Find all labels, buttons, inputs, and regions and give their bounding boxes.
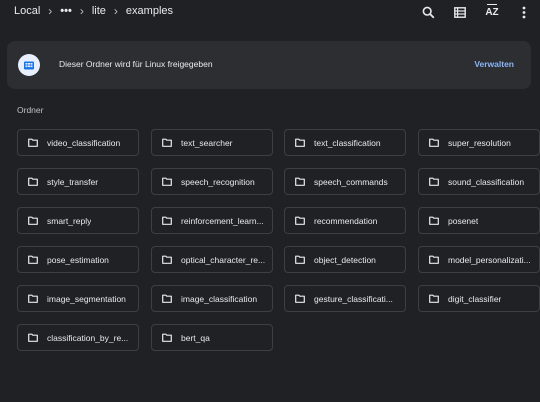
- breadcrumb-local[interactable]: Local: [14, 5, 40, 17]
- folder-icon: [28, 255, 38, 264]
- folder-icon: [295, 216, 305, 225]
- folder-name: digit_classifier: [448, 293, 502, 304]
- folder-item[interactable]: smart_reply: [17, 207, 139, 234]
- folder-icon: [429, 294, 439, 303]
- folder-icon: [28, 294, 38, 303]
- folder-name: video_classification: [47, 137, 121, 148]
- folder-icon: [295, 177, 305, 186]
- linux-share-banner: Dieser Ordner wird für Linux freigegeben…: [7, 41, 531, 89]
- folder-item[interactable]: model_personalizati...: [418, 246, 540, 273]
- breadcrumb: Local › ••• › lite › examples: [14, 4, 173, 18]
- folder-name: image_classification: [181, 293, 258, 304]
- folder-item[interactable]: sound_classification: [418, 168, 540, 195]
- folder-icon: [28, 216, 38, 225]
- folder-icon: [162, 255, 172, 264]
- folder-icon: [28, 138, 38, 147]
- view-toggle-button[interactable]: [444, 3, 476, 21]
- folder-icon: [295, 255, 305, 264]
- folder-icon: [162, 333, 172, 342]
- sort-az-icon: AZ: [485, 3, 499, 18]
- folder-name: recommendation: [314, 215, 378, 226]
- folder-name: image_segmentation: [47, 293, 126, 304]
- folder-item[interactable]: classification_by_re...: [17, 324, 139, 351]
- folders-section-heading: Ordner: [17, 105, 44, 115]
- folder-name: style_transfer: [47, 176, 99, 187]
- folder-item[interactable]: gesture_classificati...: [284, 285, 406, 312]
- folder-icon: [28, 333, 38, 342]
- breadcrumb-more[interactable]: •••: [60, 5, 72, 17]
- folder-icon: [295, 294, 305, 303]
- folder-item[interactable]: text_searcher: [151, 129, 273, 156]
- chevron-right-icon: ›: [113, 4, 118, 18]
- toolbar: AZ: [412, 3, 540, 21]
- chevron-right-icon: ›: [48, 4, 53, 18]
- folder-item[interactable]: object_detection: [284, 246, 406, 273]
- folder-item[interactable]: text_classification: [284, 129, 406, 156]
- folder-icon: [429, 255, 439, 264]
- folder-icon: [295, 138, 305, 147]
- folder-item[interactable]: posenet: [418, 207, 540, 234]
- folder-item[interactable]: speech_recognition: [151, 168, 273, 195]
- search-button[interactable]: [412, 3, 444, 21]
- folder-name: speech_commands: [314, 176, 388, 187]
- banner-message: Dieser Ordner wird für Linux freigegeben: [59, 59, 213, 69]
- list-view-icon: [454, 6, 466, 18]
- folder-item[interactable]: pose_estimation: [17, 246, 139, 273]
- folder-name: smart_reply: [47, 215, 92, 226]
- folder-name: object_detection: [314, 254, 376, 265]
- sort-button[interactable]: AZ: [476, 3, 508, 21]
- folder-name: model_personalizati...: [448, 254, 531, 265]
- folder-icon: [429, 138, 439, 147]
- more-options-button[interactable]: [508, 3, 540, 21]
- chevron-right-icon: ›: [79, 4, 84, 18]
- folder-item[interactable]: optical_character_re...: [151, 246, 273, 273]
- folder-icon: [162, 177, 172, 186]
- top-bar: Local › ••• › lite › examples AZ: [0, 0, 540, 24]
- folder-name: classification_by_re...: [47, 332, 129, 343]
- folder-icon: [429, 216, 439, 225]
- folder-item[interactable]: image_classification: [151, 285, 273, 312]
- folder-item[interactable]: recommendation: [284, 207, 406, 234]
- folder-icon: [429, 177, 439, 186]
- folder-item[interactable]: bert_qa: [151, 324, 273, 351]
- folder-item[interactable]: super_resolution: [418, 129, 540, 156]
- folder-item[interactable]: style_transfer: [17, 168, 139, 195]
- folder-name: super_resolution: [448, 137, 511, 148]
- folder-name: posenet: [448, 215, 479, 226]
- folder-name: text_searcher: [181, 137, 233, 148]
- folder-item[interactable]: digit_classifier: [418, 285, 540, 312]
- manage-button[interactable]: Verwalten: [474, 59, 514, 69]
- breadcrumb-examples[interactable]: examples: [126, 5, 173, 17]
- folder-name: reinforcement_learn...: [181, 215, 264, 226]
- folder-icon: [162, 138, 172, 147]
- folder-name: optical_character_re...: [181, 254, 266, 265]
- folder-name: text_classification: [314, 137, 381, 148]
- folder-name: sound_classification: [448, 176, 525, 187]
- folder-icon: [162, 294, 172, 303]
- folder-icon: [28, 177, 38, 186]
- folder-name: gesture_classificati...: [314, 293, 393, 304]
- search-icon: [422, 6, 434, 18]
- folder-name: speech_recognition: [181, 176, 255, 187]
- folder-item[interactable]: speech_commands: [284, 168, 406, 195]
- folder-item[interactable]: image_segmentation: [17, 285, 139, 312]
- more-vertical-icon: [522, 6, 526, 18]
- folder-item[interactable]: video_classification: [17, 129, 139, 156]
- folder-name: pose_estimation: [47, 254, 109, 265]
- folder-item[interactable]: reinforcement_learn...: [151, 207, 273, 234]
- folder-icon: [162, 216, 172, 225]
- folder-name: bert_qa: [181, 332, 210, 343]
- linux-share-icon: [18, 54, 40, 76]
- breadcrumb-lite[interactable]: lite: [92, 5, 106, 17]
